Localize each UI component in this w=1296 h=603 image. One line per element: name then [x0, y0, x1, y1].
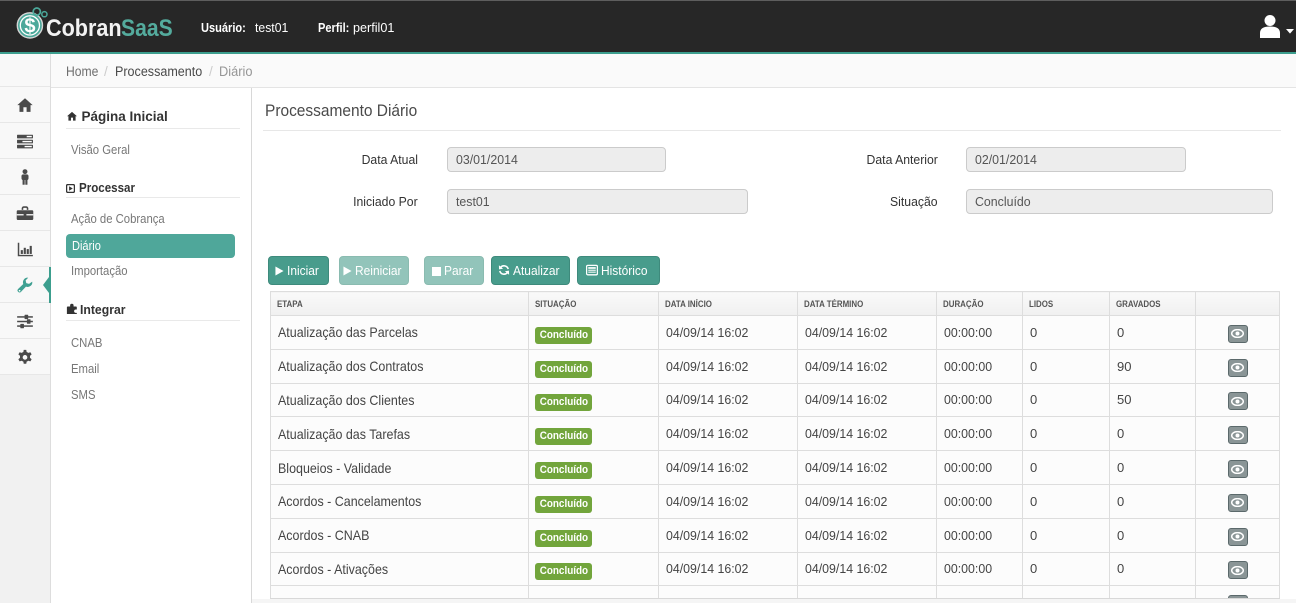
svg-text:$: $ — [24, 16, 35, 38]
